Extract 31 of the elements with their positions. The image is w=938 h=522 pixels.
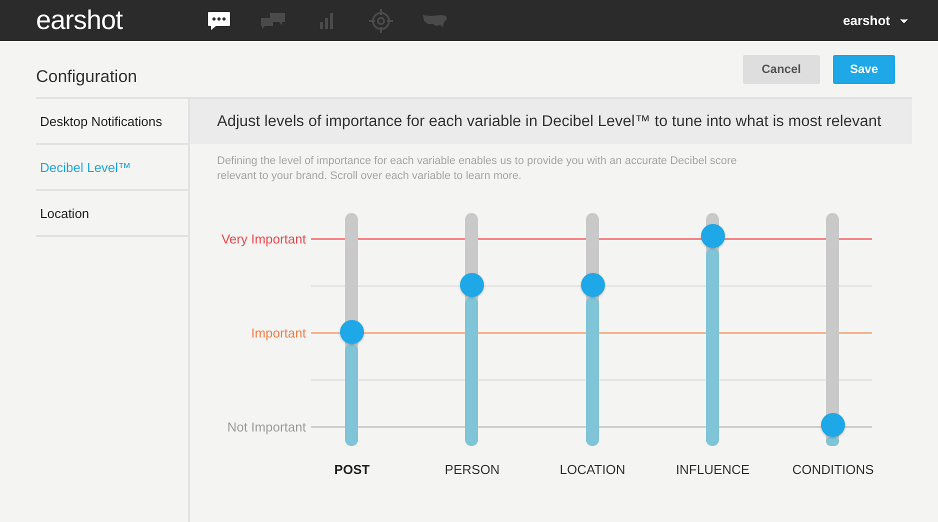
importance-label: Important xyxy=(251,326,306,340)
chat-bubble-icon xyxy=(207,10,231,30)
user-menu[interactable]: earshot xyxy=(843,13,910,28)
slider-thumb[interactable] xyxy=(700,224,725,248)
slider-thumb[interactable] xyxy=(580,273,604,298)
slider-thumb[interactable] xyxy=(821,413,845,438)
variable-label[interactable]: PERSON xyxy=(444,462,500,477)
vertical-slider[interactable] xyxy=(580,213,606,446)
slider-thumb[interactable] xyxy=(340,320,364,344)
slider-thumb[interactable] xyxy=(460,273,484,298)
variable-label[interactable]: CONDITIONS xyxy=(792,462,874,477)
bar-chart-icon xyxy=(319,12,335,28)
vertical-slider[interactable] xyxy=(700,213,726,446)
variable-label[interactable]: LOCATION xyxy=(560,462,626,477)
sidebar-item[interactable]: Desktop Notifications xyxy=(36,99,188,145)
logo: earshot xyxy=(36,5,124,36)
importance-label: Very Important xyxy=(221,232,306,246)
variable-label[interactable]: POST xyxy=(334,462,370,477)
vertical-slider[interactable] xyxy=(339,213,365,446)
section-heading: Adjust levels of importance for each variable in Decibel Level™ to tune into what is most relevant xyxy=(190,99,912,144)
vertical-slider[interactable] xyxy=(459,213,486,446)
crosshair-icon xyxy=(369,8,393,32)
page-title: Configuration xyxy=(36,66,138,87)
speech-bubbles-icon xyxy=(260,12,286,30)
sidebar-item[interactable]: Location xyxy=(36,191,188,237)
map-icon xyxy=(422,12,448,28)
variable-label[interactable]: INFLUENCE xyxy=(676,462,750,477)
description: Defining the level of importance for each variable enables us to provide you with an accurate Decibel score relevant to your brand. Scroll over each variable to learn more. xyxy=(217,154,738,184)
importance-label: Not Important xyxy=(227,420,306,434)
cancel-button[interactable]: Cancel xyxy=(742,54,820,84)
vertical-slider[interactable] xyxy=(820,213,846,446)
